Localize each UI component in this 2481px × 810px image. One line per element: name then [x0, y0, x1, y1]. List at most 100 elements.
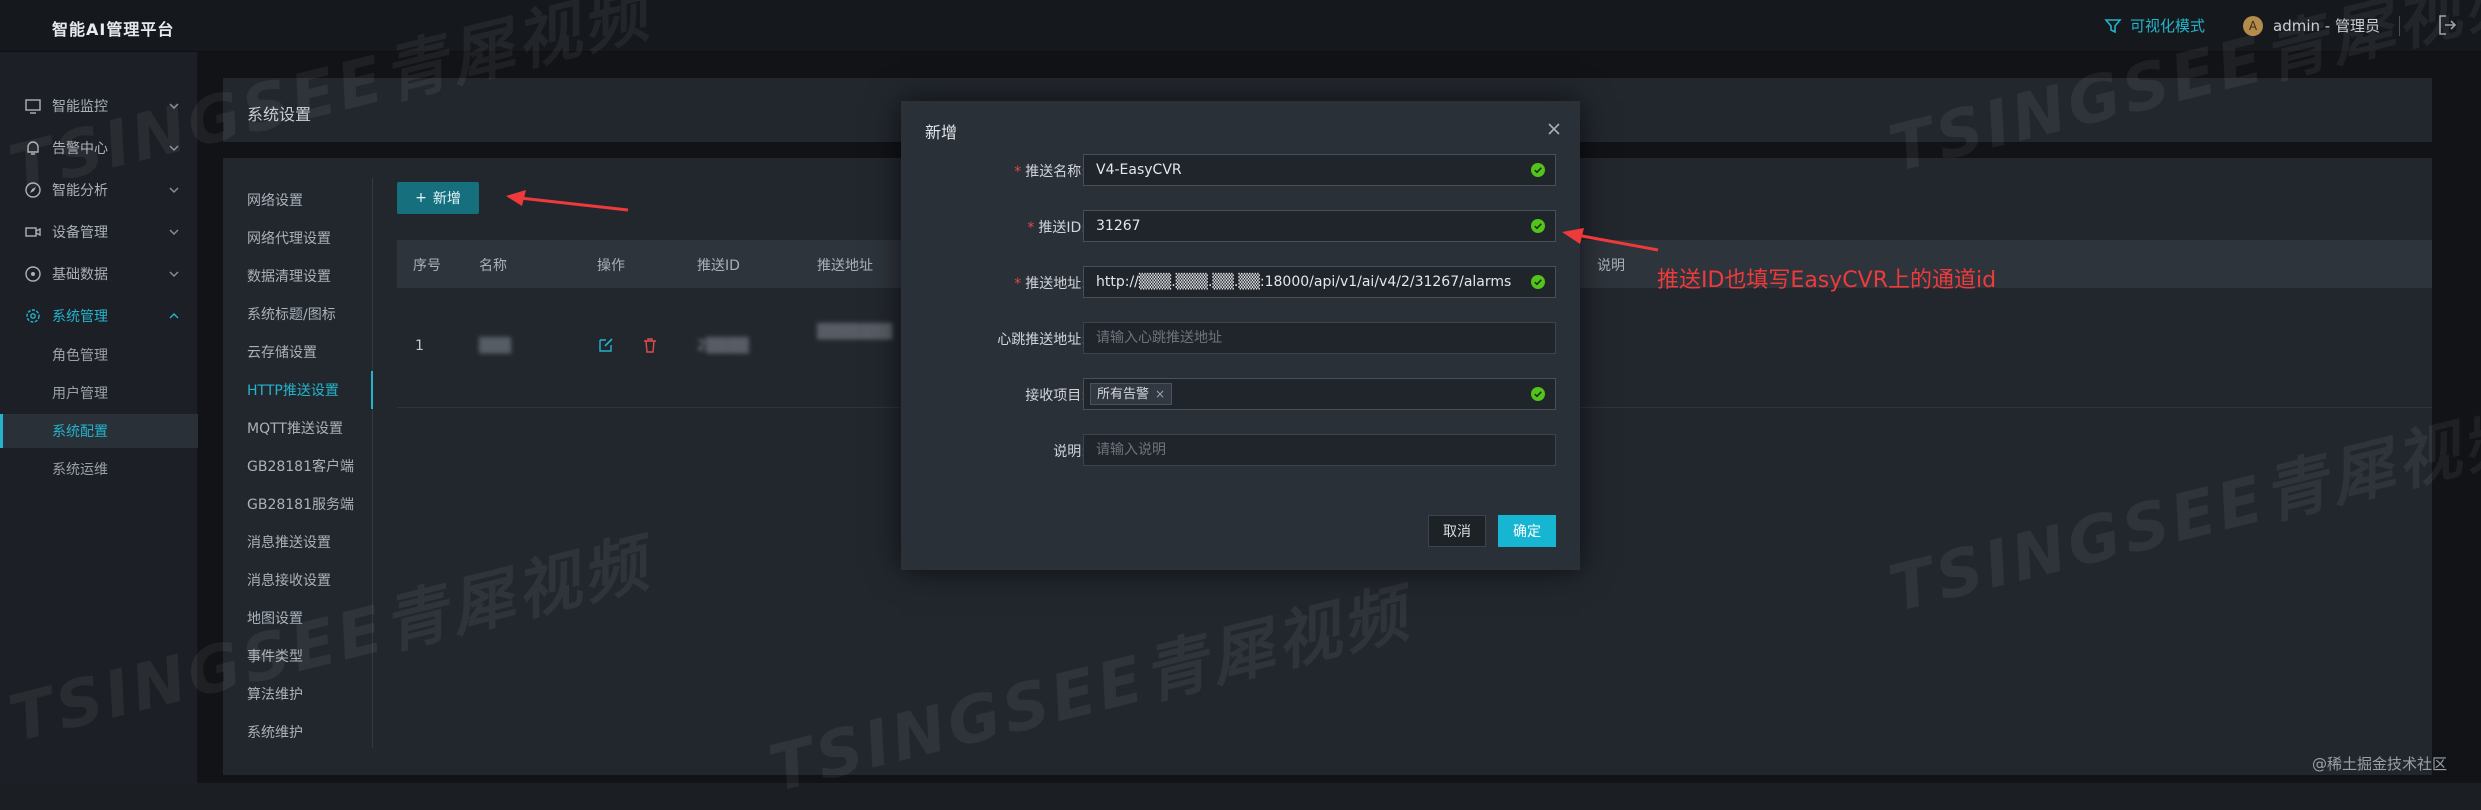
check-circle-icon	[1531, 163, 1545, 177]
push-name-label: * 推送名称:	[1014, 164, 1086, 180]
form-row-receive: 接收项目: 所有告警 ×	[901, 378, 1580, 410]
column-header-actions: 操作	[597, 258, 625, 274]
chevron-up-icon	[169, 313, 179, 319]
visualization-mode-button[interactable]: 可视化模式	[2104, 15, 2205, 36]
settings-item-map[interactable]: 地图设置	[223, 599, 373, 637]
chevron-down-icon	[169, 271, 179, 277]
settings-item-label: MQTT推送设置	[247, 421, 343, 437]
sidebar-item-system[interactable]: 系统管理	[0, 298, 198, 334]
sidebar-subitem-users[interactable]: 用户管理	[0, 376, 198, 410]
settings-item-gb28181-server[interactable]: GB28181服务端	[223, 485, 373, 523]
settings-item-label: 云存储设置	[247, 345, 317, 361]
settings-item-label: GB28181服务端	[247, 497, 354, 513]
push-id-label: * 推送ID:	[1027, 220, 1086, 236]
settings-item-label: 算法维护	[247, 687, 303, 703]
settings-item-label: 数据清理设置	[247, 269, 331, 285]
settings-item-label: 网络设置	[247, 193, 303, 209]
sidebar-subitem-system-ops[interactable]: 系统运维	[0, 452, 198, 486]
chevron-down-icon	[169, 145, 179, 151]
settings-item-event-types[interactable]: 事件类型	[223, 637, 373, 675]
column-header-push-id: 推送ID	[697, 258, 740, 274]
check-circle-icon	[1531, 275, 1545, 289]
settings-item-mqtt-push[interactable]: MQTT推送设置	[223, 409, 373, 447]
receive-tag-label: 所有告警	[1097, 387, 1150, 402]
receive-select[interactable]: 所有告警 ×	[1083, 378, 1556, 410]
sidebar-item-base-data[interactable]: 基础数据	[0, 256, 198, 292]
sidebar-item-label: 智能监控	[52, 99, 108, 115]
check-circle-icon	[1531, 387, 1545, 401]
form-row-push-address: * 推送地址: http://▒▒▒.▒▒▒.▒▒.▒▒:18000/api/v1…	[901, 266, 1580, 298]
cancel-button[interactable]: 取消	[1428, 515, 1486, 547]
settings-item-maintenance[interactable]: 系统维护	[223, 713, 373, 751]
settings-item-http-push[interactable]: HTTP推送设置	[223, 371, 373, 409]
receive-tag[interactable]: 所有告警 ×	[1090, 383, 1173, 405]
sidebar-subitem-label: 系统运维	[52, 462, 108, 478]
heartbeat-input[interactable]: 请输入心跳推送地址	[1083, 322, 1556, 354]
settings-item-message-push[interactable]: 消息推送设置	[223, 523, 373, 561]
column-header-index: 序号	[413, 258, 441, 274]
user-name: admin - 管理员	[2273, 17, 2380, 35]
gear-icon	[26, 309, 40, 323]
settings-item-label: 网络代理设置	[247, 231, 331, 247]
column-header-description: 说明	[1597, 258, 1625, 274]
settings-item-cleanup[interactable]: 数据清理设置	[223, 257, 373, 295]
delete-icon[interactable]	[641, 336, 659, 354]
settings-item-label: 消息接收设置	[247, 573, 331, 589]
edit-icon[interactable]	[597, 336, 615, 354]
confirm-button[interactable]: 确定	[1498, 515, 1556, 547]
settings-item-proxy[interactable]: 网络代理设置	[223, 219, 373, 257]
chevron-down-icon	[169, 229, 179, 235]
sidebar-item-label: 智能分析	[52, 183, 108, 199]
row-push-address: ▒▒▒▒▒▒▒	[817, 324, 893, 340]
settings-item-title-icon[interactable]: 系统标题/图标	[223, 295, 373, 333]
chevron-down-icon	[169, 187, 179, 193]
sidebar: 智能监控 告警中心 智能分析 设备管理 基础数据 系统管理 角色管理 用户管理 …	[0, 52, 198, 783]
column-header-name: 名称	[479, 258, 507, 274]
settings-item-message-receive[interactable]: 消息接收设置	[223, 561, 373, 599]
sidebar-subitem-system-config[interactable]: 系统配置	[0, 414, 198, 448]
heartbeat-label: 心跳推送地址:	[997, 332, 1086, 348]
settings-item-label: 地图设置	[247, 611, 303, 627]
tag-close-icon[interactable]: ×	[1155, 387, 1165, 401]
close-icon[interactable]	[1546, 121, 1562, 137]
push-id-value: 31267	[1096, 218, 1141, 234]
app-title: 智能AI管理平台	[52, 20, 175, 39]
push-address-input[interactable]: http://▒▒▒.▒▒▒.▒▒.▒▒:18000/api/v1/ai/v4/…	[1083, 266, 1556, 298]
push-address-label: * 推送地址:	[1014, 276, 1086, 292]
settings-item-label: GB28181客户端	[247, 459, 354, 475]
sidebar-item-devices[interactable]: 设备管理	[0, 214, 198, 250]
filter-icon	[2104, 18, 2122, 33]
receive-label: 接收项目:	[1025, 388, 1086, 404]
logout-icon[interactable]	[2436, 13, 2458, 37]
settings-item-cloud-storage[interactable]: 云存储设置	[223, 333, 373, 371]
push-address-value: http://▒▒▒.▒▒▒.▒▒.▒▒:18000/api/v1/ai/v4/…	[1096, 274, 1512, 290]
divider	[2399, 16, 2400, 36]
sidebar-item-monitoring[interactable]: 智能监控	[0, 88, 198, 124]
sidebar-subitem-roles[interactable]: 角色管理	[0, 338, 198, 372]
sidebar-item-label: 系统管理	[52, 309, 108, 325]
push-name-input[interactable]: V4-EasyCVR	[1083, 154, 1556, 186]
settings-item-gb28181-client[interactable]: GB28181客户端	[223, 447, 373, 485]
annotation-arrow-icon	[506, 190, 629, 212]
sidebar-item-analysis[interactable]: 智能分析	[0, 172, 198, 208]
heartbeat-placeholder: 请输入心跳推送地址	[1096, 330, 1222, 346]
annotation-arrow-icon	[1562, 228, 1659, 252]
sidebar-item-label: 设备管理	[52, 225, 108, 241]
sidebar-item-label: 告警中心	[52, 141, 108, 157]
user-menu[interactable]: A admin - 管理员	[2243, 15, 2380, 36]
settings-item-network[interactable]: 网络设置	[223, 181, 373, 219]
description-placeholder: 请输入说明	[1096, 442, 1166, 458]
monitor-icon	[25, 99, 41, 114]
settings-item-label: 系统维护	[247, 725, 303, 741]
form-row-description: 说明: 请输入说明	[901, 434, 1580, 466]
add-button[interactable]: + 新增	[397, 182, 479, 214]
sidebar-item-alarms[interactable]: 告警中心	[0, 130, 198, 166]
description-input[interactable]: 请输入说明	[1083, 434, 1556, 466]
camera-icon	[25, 227, 41, 237]
settings-item-label: 事件类型	[247, 649, 303, 665]
sidebar-item-label: 基础数据	[52, 267, 108, 283]
push-id-input[interactable]: 31267	[1083, 210, 1556, 242]
visualization-mode-label: 可视化模式	[2130, 17, 2206, 35]
sidebar-subitem-label: 角色管理	[52, 348, 108, 364]
settings-item-algorithm[interactable]: 算法维护	[223, 675, 373, 713]
